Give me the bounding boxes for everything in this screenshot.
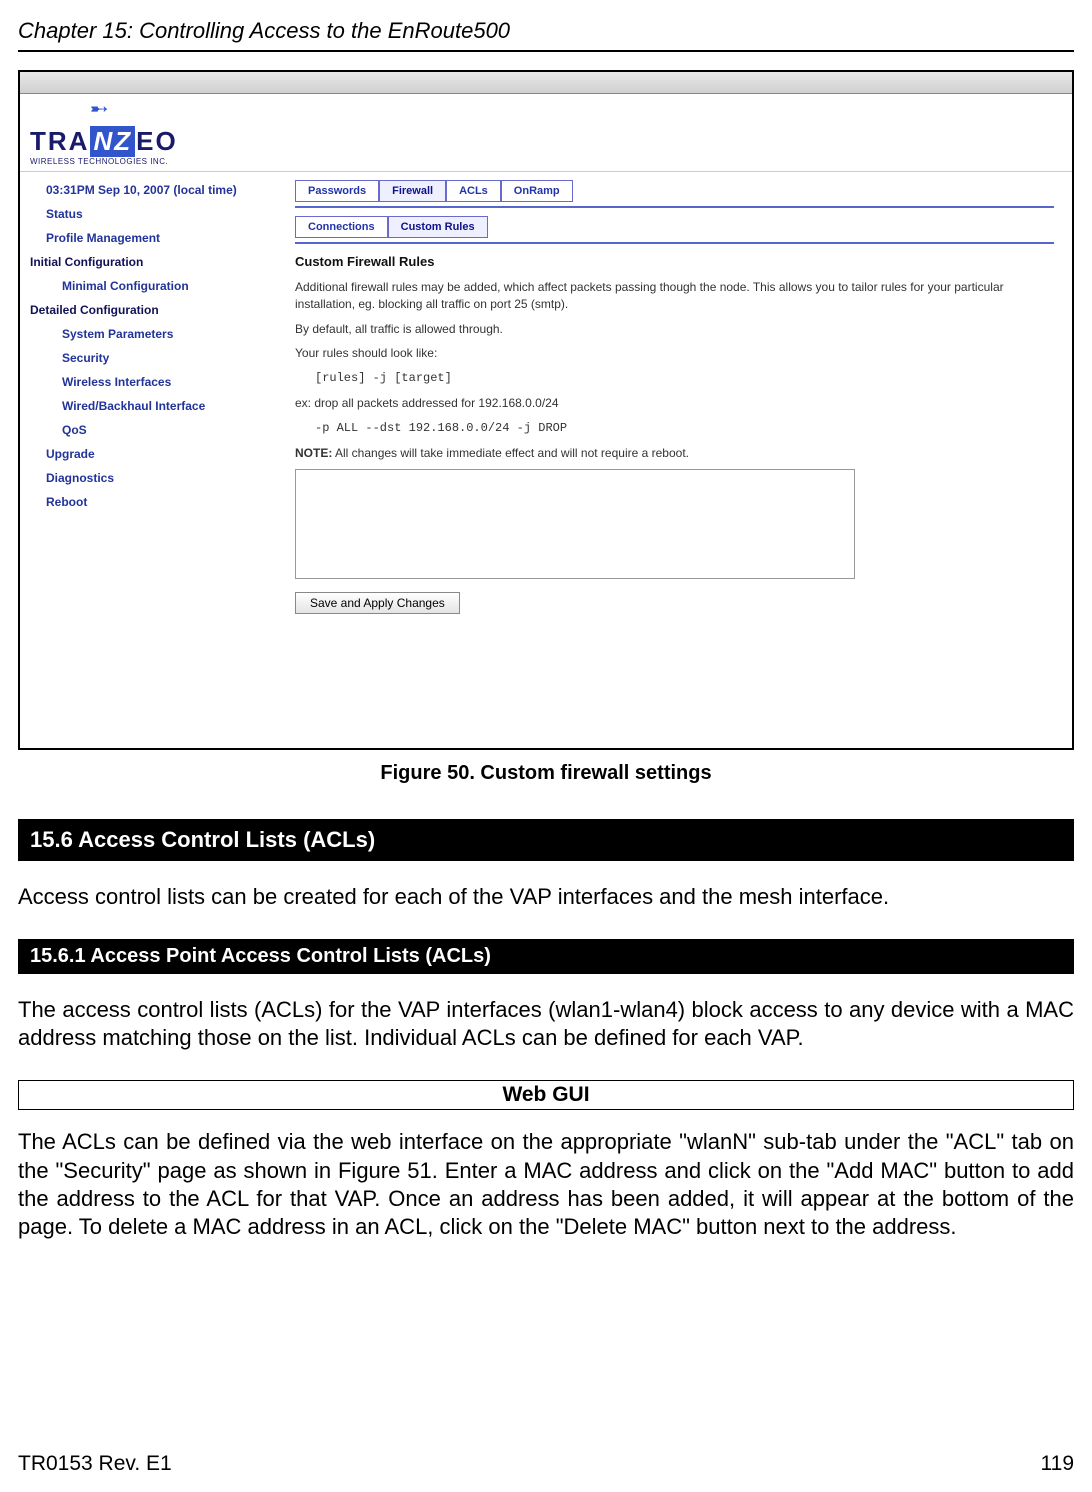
sidebar-header-initial: Initial Configuration <box>20 250 285 274</box>
paragraph-15-6: Access control lists can be created for … <box>18 883 1074 911</box>
tab-firewall[interactable]: Firewall <box>379 180 446 202</box>
footer-left: TR0153 Rev. E1 <box>18 1452 172 1476</box>
tranzeo-logo: ➸ TRANZEO WIRELESS TECHNOLOGIES INC. <box>30 100 178 166</box>
sidebar-item-status[interactable]: Status <box>20 202 285 226</box>
logo-post: EO <box>136 126 178 157</box>
webgui-box: Web GUI <box>18 1080 1074 1110</box>
paragraph-webgui: The ACLs can be defined via the web inte… <box>18 1128 1074 1241</box>
content-code2: -p ALL --dst 192.168.0.0/24 -j DROP <box>315 420 1054 437</box>
content-code1: [rules] -j [target] <box>315 370 1054 387</box>
sidebar-item-sysparam[interactable]: System Parameters <box>20 322 285 346</box>
logo-area: ➸ TRANZEO WIRELESS TECHNOLOGIES INC. <box>20 94 1072 172</box>
footer-right: 119 <box>1041 1452 1074 1476</box>
firewall-rules-textarea[interactable] <box>295 469 855 579</box>
header-rule <box>18 50 1074 52</box>
save-apply-button[interactable]: Save and Apply Changes <box>295 592 460 614</box>
content-p3: Your rules should look like: <box>295 345 1054 362</box>
content-note: NOTE: All changes will take immediate ef… <box>295 445 1054 462</box>
tab-row-secondary: Connections Custom Rules <box>295 216 1054 238</box>
sidebar-item-reboot[interactable]: Reboot <box>20 490 285 514</box>
tab-row-primary: Passwords Firewall ACLs OnRamp <box>295 180 1054 202</box>
tab-underrule-1 <box>295 206 1054 208</box>
content-p2: By default, all traffic is allowed throu… <box>295 321 1054 338</box>
tab-custom-rules[interactable]: Custom Rules <box>388 216 488 238</box>
logo-swoosh-icon: ➸ <box>90 96 178 122</box>
heading-15-6-1: 15.6.1 Access Point Access Control Lists… <box>18 939 1074 974</box>
sidebar-item-wired[interactable]: Wired/Backhaul Interface <box>20 394 285 418</box>
tab-connections[interactable]: Connections <box>295 216 388 238</box>
logo-pre: TRA <box>30 126 89 157</box>
logo-subtitle: WIRELESS TECHNOLOGIES INC. <box>30 157 178 166</box>
window-titlebar <box>20 72 1072 94</box>
logo-mid: NZ <box>90 126 135 157</box>
sidebar-item-minconf[interactable]: Minimal Configuration <box>20 274 285 298</box>
screenshot-frame: ➸ TRANZEO WIRELESS TECHNOLOGIES INC. 03:… <box>18 70 1074 750</box>
sidebar-time: 03:31PM Sep 10, 2007 (local time) <box>20 178 285 202</box>
sidebar-item-upgrade[interactable]: Upgrade <box>20 442 285 466</box>
note-label: NOTE: <box>295 446 332 460</box>
sidebar-item-diag[interactable]: Diagnostics <box>20 466 285 490</box>
figure-caption: Figure 50. Custom firewall settings <box>18 762 1074 785</box>
tab-passwords[interactable]: Passwords <box>295 180 379 202</box>
sidebar-item-qos[interactable]: QoS <box>20 418 285 442</box>
sidebar-item-security[interactable]: Security <box>20 346 285 370</box>
app-window: ➸ TRANZEO WIRELESS TECHNOLOGIES INC. 03:… <box>20 94 1072 750</box>
content-area: Passwords Firewall ACLs OnRamp Connectio… <box>285 172 1072 750</box>
tab-acls[interactable]: ACLs <box>446 180 501 202</box>
chapter-header: Chapter 15: Controlling Access to the En… <box>18 18 1074 44</box>
heading-15-6: 15.6 Access Control Lists (ACLs) <box>18 819 1074 861</box>
tab-underrule-2 <box>295 242 1054 244</box>
page-footer: TR0153 Rev. E1 119 <box>18 1452 1074 1476</box>
content-p1: Additional firewall rules may be added, … <box>295 279 1054 313</box>
content-title: Custom Firewall Rules <box>295 254 1054 269</box>
sidebar: 03:31PM Sep 10, 2007 (local time) Status… <box>20 172 285 750</box>
sidebar-header-detailed: Detailed Configuration <box>20 298 285 322</box>
paragraph-15-6-1: The access control lists (ACLs) for the … <box>18 996 1074 1052</box>
note-text: All changes will take immediate effect a… <box>332 446 689 460</box>
sidebar-item-wifaces[interactable]: Wireless Interfaces <box>20 370 285 394</box>
content-p4: ex: drop all packets addressed for 192.1… <box>295 395 1054 412</box>
tab-onramp[interactable]: OnRamp <box>501 180 573 202</box>
sidebar-item-profile[interactable]: Profile Management <box>20 226 285 250</box>
